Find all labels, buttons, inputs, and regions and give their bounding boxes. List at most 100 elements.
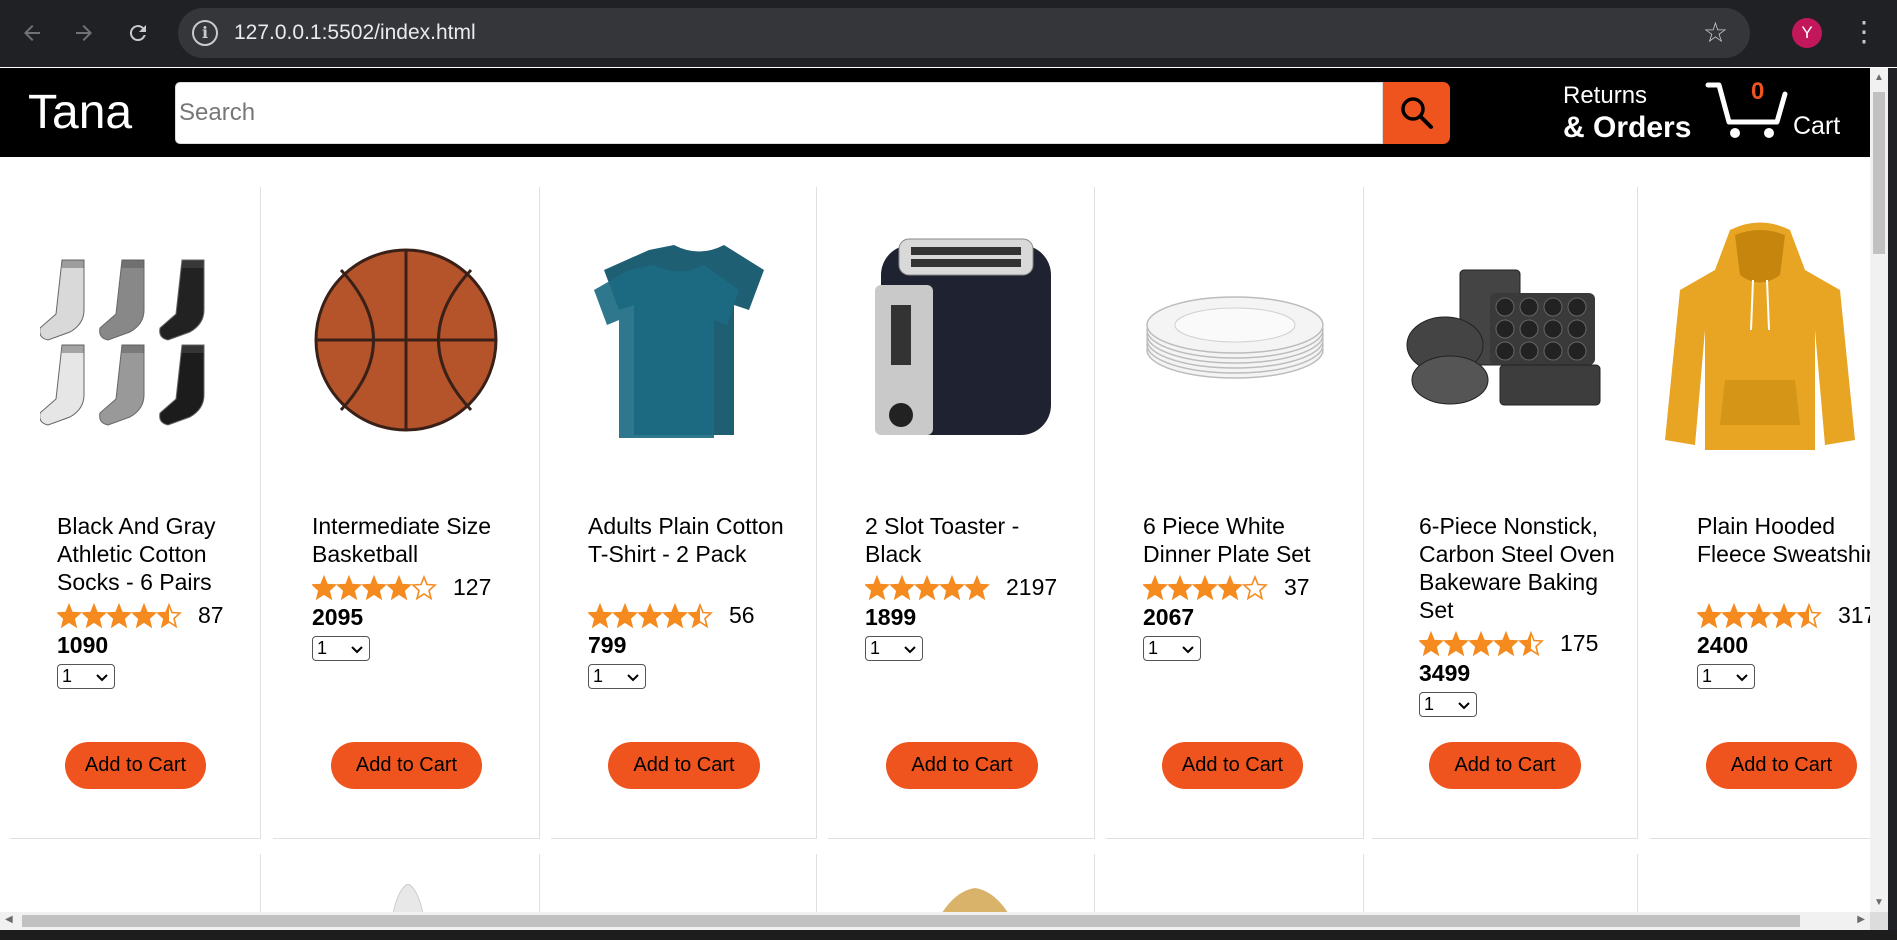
star-full-icon xyxy=(1443,630,1469,656)
add-to-cart-button[interactable]: Add to Cart xyxy=(1706,742,1857,789)
product-image xyxy=(942,888,1008,912)
returns-orders-link[interactable]: Returns & Orders xyxy=(1563,82,1691,145)
taskbar-strip xyxy=(0,930,1897,940)
quantity-select[interactable]: 1 xyxy=(865,636,923,661)
site-header: Tana Returns & Orders 0 Cart xyxy=(0,68,1870,157)
add-to-cart-button[interactable]: Add to Cart xyxy=(1429,742,1581,789)
horizontal-scrollbar[interactable]: ◀ ▶ xyxy=(0,912,1870,930)
product-price: 799 xyxy=(588,632,627,658)
profile-avatar[interactable]: Y xyxy=(1792,18,1822,48)
vertical-scrollbar[interactable]: ▲ ▼ xyxy=(1870,68,1888,912)
quantity-select[interactable]: 1 xyxy=(57,664,115,689)
star-full-icon xyxy=(964,574,990,600)
product-image xyxy=(273,247,539,432)
product-card: Plain Hooded Fleece Sweatshirt 317 2400 1 Ad… xyxy=(1650,187,1870,839)
star-full-icon xyxy=(865,574,890,600)
add-to-cart-button[interactable]: Add to Cart xyxy=(886,742,1038,789)
quantity-select[interactable]: 1 xyxy=(1697,664,1755,689)
rating-row: 2197 xyxy=(865,574,1057,601)
quantity-select[interactable]: 1 xyxy=(1419,692,1477,717)
product-price: 3499 xyxy=(1419,660,1471,686)
add-to-cart-button[interactable]: Add to Cart xyxy=(65,742,206,789)
product-card: Adults Plain Cotton T-Shirt - 2 Pack 56 79… xyxy=(551,187,817,839)
star-full-icon xyxy=(361,574,387,600)
rating-row: 37 xyxy=(1143,574,1310,601)
horizontal-scroll-thumb[interactable] xyxy=(22,915,1800,927)
search-input[interactable] xyxy=(175,82,1383,144)
site-logo[interactable]: Tana xyxy=(28,85,132,140)
star-full-icon xyxy=(1217,574,1243,600)
product-price: 2095 xyxy=(312,604,364,630)
star-full-icon xyxy=(1468,630,1494,656)
star-empty-icon xyxy=(1242,574,1268,600)
rating-row: 175 xyxy=(1419,630,1598,657)
vertical-scroll-thumb[interactable] xyxy=(1873,92,1885,254)
window-frame xyxy=(1888,68,1897,930)
product-price: 1899 xyxy=(865,604,917,630)
quantity-select[interactable]: 1 xyxy=(1143,636,1201,661)
bookmark-star-icon[interactable]: ☆ xyxy=(1703,16,1728,49)
star-full-icon xyxy=(612,602,638,628)
quantity-select[interactable]: 1 xyxy=(312,636,370,661)
chevron-down-icon xyxy=(1736,666,1748,687)
rating-stars xyxy=(57,602,182,628)
search-icon xyxy=(1400,97,1433,129)
star-full-icon xyxy=(81,602,107,628)
scroll-left-arrow-icon[interactable]: ◀ xyxy=(5,914,13,925)
quantity-select[interactable]: 1 xyxy=(588,664,646,689)
rating-count: 175 xyxy=(1560,630,1599,656)
star-full-icon xyxy=(889,574,915,600)
search-button[interactable] xyxy=(1383,82,1450,144)
product-card: Intermediate Size Basketball 127 2095 1 Add … xyxy=(273,187,540,839)
cart-link[interactable]: 0 Cart xyxy=(1705,76,1845,146)
rating-count: 2197 xyxy=(1006,574,1058,600)
product-card xyxy=(551,854,817,912)
rating-count: 56 xyxy=(729,602,755,628)
browser-menu-icon[interactable]: ⋮ xyxy=(1850,14,1878,50)
add-to-cart-button[interactable]: Add to Cart xyxy=(1162,742,1303,789)
star-full-icon xyxy=(939,574,965,600)
cart-icon xyxy=(1705,82,1788,138)
cart-label: Cart xyxy=(1793,112,1841,140)
rating-count: 37 xyxy=(1284,574,1310,600)
star-full-icon xyxy=(914,574,940,600)
url-text[interactable]: 127.0.0.1:5502/index.html xyxy=(234,21,476,45)
star-full-icon xyxy=(312,574,337,600)
chevron-down-icon xyxy=(96,666,108,687)
rating-stars xyxy=(312,574,437,600)
add-to-cart-button[interactable]: Add to Cart xyxy=(608,742,760,789)
star-full-icon xyxy=(1697,602,1722,628)
rating-row: 87 xyxy=(57,602,224,629)
rating-row: 56 xyxy=(588,602,755,629)
back-icon[interactable] xyxy=(14,15,50,51)
returns-label: Returns xyxy=(1563,82,1648,109)
rating-count: 127 xyxy=(453,574,492,600)
star-full-icon xyxy=(1192,574,1218,600)
product-name: Intermediate Size Basketball xyxy=(312,513,491,567)
site-info-icon[interactable]: i xyxy=(192,20,218,46)
scroll-up-arrow-icon[interactable]: ▲ xyxy=(1874,72,1884,83)
chevron-down-icon xyxy=(904,638,916,659)
chevron-down-icon xyxy=(351,638,363,659)
star-full-icon xyxy=(662,602,688,628)
star-full-icon xyxy=(1746,602,1772,628)
scroll-down-arrow-icon[interactable]: ▼ xyxy=(1874,897,1884,908)
chevron-down-icon xyxy=(1182,638,1194,659)
product-image xyxy=(1106,247,1363,432)
address-bar[interactable]: i 127.0.0.1:5502/index.html ☆ xyxy=(178,8,1750,58)
reload-icon[interactable] xyxy=(120,15,156,51)
add-to-cart-button[interactable]: Add to Cart xyxy=(331,742,482,789)
star-full-icon xyxy=(1167,574,1193,600)
scroll-right-arrow-icon[interactable]: ▶ xyxy=(1857,914,1865,925)
star-full-icon xyxy=(1419,630,1444,656)
star-full-icon xyxy=(588,602,613,628)
product-image xyxy=(392,884,424,912)
quantity-value: 1 xyxy=(1702,666,1713,686)
rating-stars xyxy=(1143,574,1268,600)
product-image xyxy=(551,244,816,438)
product-name: 6-Piece Nonstick, Carbon Steel Oven Bake… xyxy=(1419,513,1615,623)
forward-icon[interactable] xyxy=(66,15,102,51)
rating-row: 317 xyxy=(1697,602,1870,629)
product-name: Black And Gray Athletic Cotton Socks - 6… xyxy=(57,513,216,595)
product-card: 2 Slot Toaster - Black 2197 1899 1 Add to Ca… xyxy=(828,187,1095,839)
